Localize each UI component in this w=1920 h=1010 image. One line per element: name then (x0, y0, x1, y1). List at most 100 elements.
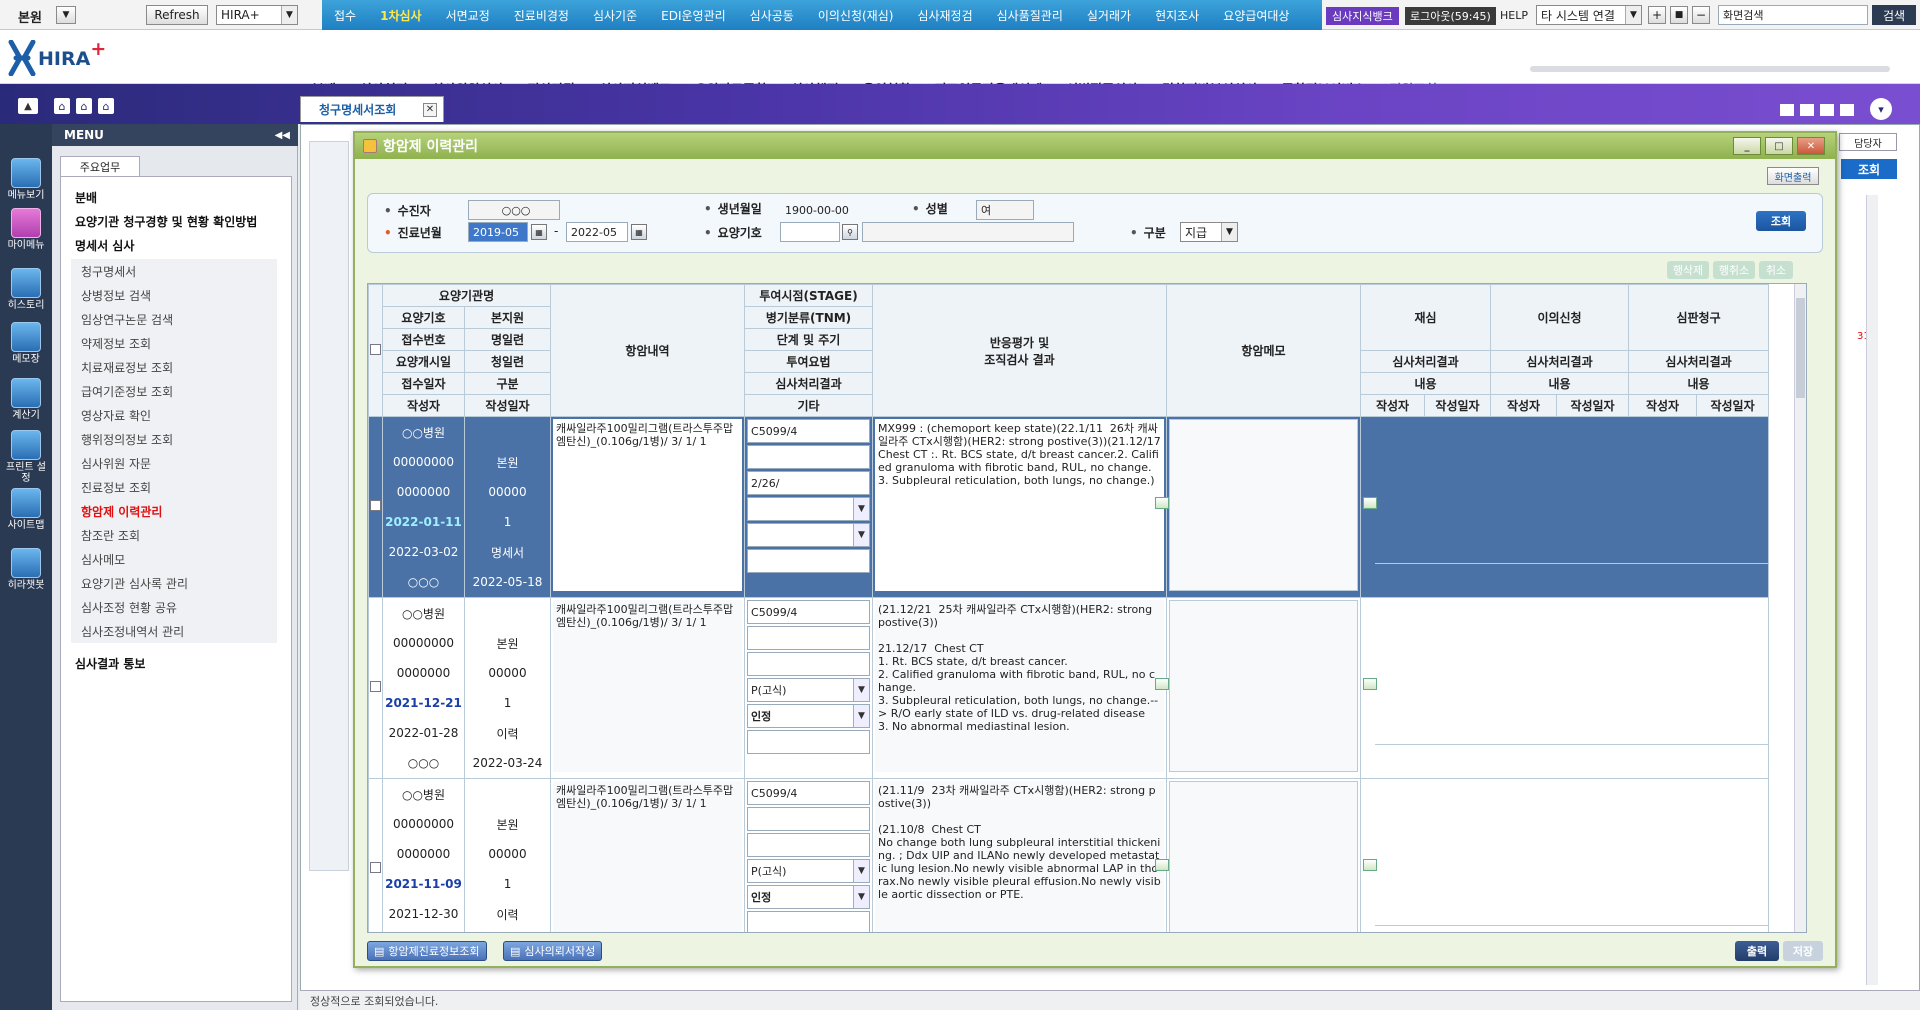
drug-text[interactable]: 캐싸일라주100밀리그램(트라스투주맙엠탄신)_(0.106g/1병)/ 3/ … (553, 781, 743, 932)
tnm-field[interactable] (747, 445, 871, 469)
top-nav-item[interactable]: 심사품질관리 (985, 7, 1075, 24)
hira-logo[interactable]: HIRA + (8, 38, 106, 76)
cancel-button[interactable]: 취소 (1759, 261, 1793, 279)
iconbar-item[interactable]: 사이트맵 (4, 488, 48, 531)
cycle-field[interactable] (747, 652, 871, 676)
expand-icon[interactable] (1155, 859, 1170, 871)
submenu-item[interactable]: 참조란 조회 (71, 523, 277, 547)
submenu-item[interactable]: 심사메모 (71, 547, 277, 571)
screen-search-input[interactable]: 화면검색 (1718, 5, 1868, 25)
drug-text[interactable]: 캐싸일라주100밀리그램(트라스투주맙엠탄신)_(0.106g/1병)/ 3/ … (553, 419, 743, 591)
submenu-item[interactable]: 행위정의정보 조회 (71, 427, 277, 451)
grid-scroll-thumb[interactable] (1796, 298, 1805, 398)
stage-field[interactable]: C5099/4 (747, 781, 871, 805)
expand-icon[interactable] (1155, 497, 1170, 509)
reset-zoom-button[interactable]: ■ (1670, 6, 1688, 24)
top-nav-item[interactable]: 심사재정검 (905, 7, 984, 24)
expand-icon[interactable] (1363, 497, 1378, 509)
cycle-field[interactable]: 2/26/ (747, 471, 871, 495)
top-nav-item[interactable]: EDI운영관리 (649, 7, 738, 24)
knowledge-bank-button[interactable]: 심사지식뱅크 (1326, 7, 1399, 25)
result-select[interactable]: 인정 ▼ (747, 885, 871, 909)
submenu-item[interactable]: 진료정보 조회 (71, 475, 277, 499)
inst-code-input[interactable] (780, 222, 840, 242)
memo-field[interactable] (1169, 419, 1359, 591)
iconbar-item[interactable]: 계산기 (4, 378, 48, 421)
other-system-select[interactable]: 타 시스템 연결 ▼ (1536, 5, 1642, 25)
etc-field[interactable] (747, 549, 871, 573)
row-checkbox[interactable] (370, 862, 381, 873)
drug-text[interactable]: 캐싸일라주100밀리그램(트라스투주맙엠탄신)_(0.106g/1병)/ 3/ … (553, 600, 743, 772)
zoom-out-button[interactable]: − (1692, 6, 1710, 24)
submenu-item[interactable]: 청구명세서 (71, 259, 277, 283)
submenu-item[interactable]: 영상자료 확인 (71, 403, 277, 427)
expand-icon[interactable] (1363, 678, 1378, 690)
layout-close-icon[interactable] (1840, 104, 1854, 116)
top-nav-item[interactable]: 진료비경정 (502, 7, 581, 24)
tnm-field[interactable] (747, 626, 871, 650)
etc-field[interactable] (747, 911, 871, 932)
print-screen-button[interactable]: 화면출력 (1767, 167, 1819, 185)
refresh-button[interactable]: Refresh (146, 5, 208, 25)
submenu-item[interactable]: 항암제 이력관리 (71, 499, 277, 523)
top-nav-item[interactable]: 현지조사 (1143, 7, 1211, 24)
assignee-button[interactable]: 담당자 (1839, 133, 1897, 151)
period-from-input[interactable]: 2019-05 (468, 222, 528, 242)
top-nav-item[interactable]: 1차심사 (368, 7, 433, 24)
nav-scrollbar[interactable] (1530, 66, 1890, 72)
row-cancel-button[interactable]: 행취소 (1713, 261, 1755, 279)
home-sub-icon[interactable]: ⌂ (76, 98, 92, 114)
method-select[interactable]: P(고식) ▼ (747, 678, 871, 702)
submenu-item[interactable]: 급여기준정보 조회 (71, 379, 277, 403)
collapse-menu-icon[interactable]: ◀◀ (275, 130, 290, 141)
top-nav-item[interactable]: 심사기준 (581, 7, 649, 24)
table-row[interactable]: ○○병원 00000000 0000000 2022-01-11 2022-03-02 ○… (368, 416, 1807, 598)
iconbar-item[interactable]: 메모장 (4, 322, 48, 365)
close-tab-icon[interactable]: ✕ (423, 102, 437, 117)
site-dropdown-button[interactable]: ▼ (56, 6, 76, 24)
memo-field[interactable] (1169, 600, 1359, 772)
search-button[interactable]: 검색 (1872, 5, 1916, 25)
tnm-field[interactable] (747, 807, 871, 831)
select-all-checkbox[interactable] (370, 343, 381, 355)
review-request-button[interactable]: ▤ 심사의뢰서작성 (503, 941, 603, 961)
iconbar-item[interactable]: 히라챗봇 (4, 548, 48, 591)
row-checkbox[interactable] (370, 500, 381, 511)
system-select[interactable]: HIRA+ ▼ (216, 5, 298, 25)
iconbar-item[interactable]: 히스토리 (4, 268, 48, 311)
layout-single-icon[interactable] (1780, 104, 1794, 116)
home-icon[interactable]: ⌂ (54, 98, 70, 114)
period-to-input[interactable]: 2022-05 (566, 222, 628, 242)
menu-item[interactable]: 명세서 심사 (75, 237, 134, 254)
sex-field[interactable]: 여 (976, 200, 1034, 220)
iconbar-item[interactable]: 마이메뉴 (4, 208, 48, 251)
modal-query-button[interactable]: 조회 (1756, 211, 1806, 231)
layout-rows-icon[interactable] (1820, 104, 1834, 116)
memo-field[interactable] (1169, 781, 1359, 932)
home-favorite-icon[interactable]: ⌂ (98, 98, 114, 114)
submenu-item[interactable]: 치료재료정보 조회 (71, 355, 277, 379)
top-nav-item[interactable]: 접수 (322, 7, 368, 24)
layout-split-icon[interactable] (1800, 104, 1814, 116)
method-select[interactable]: ▼ (747, 497, 871, 521)
stage-field[interactable]: C5099/4 (747, 419, 871, 443)
result-select[interactable]: ▼ (747, 523, 871, 547)
method-select[interactable]: P(고식) ▼ (747, 859, 871, 883)
iconbar-item[interactable]: 프린트 설정 (4, 430, 48, 484)
top-nav-item[interactable]: 요양급여대상 (1211, 7, 1301, 24)
menu-item[interactable]: 요양기관 청구경향 및 현황 확인방법 (75, 213, 257, 230)
search-icon[interactable]: ⚲ (842, 224, 858, 240)
type-select[interactable]: 지급 ▼ (1180, 222, 1238, 242)
top-nav-item[interactable]: 서면교정 (434, 7, 502, 24)
grid-scrollbar[interactable] (1794, 284, 1806, 932)
close-icon[interactable]: ✕ (1797, 137, 1825, 155)
response-text[interactable]: (21.12/21 25차 캐싸일라주 CTx시행함)(HER2: strong… (875, 600, 1165, 772)
table-row[interactable]: ○○병원 00000000 0000000 2021-12-21 2022-01-28 ○… (368, 597, 1807, 779)
logout-button[interactable]: 로그아웃(59:45) (1405, 7, 1496, 25)
top-nav-item[interactable]: 이의신청(재심) (806, 7, 906, 24)
row-delete-button[interactable]: 행삭제 (1667, 261, 1709, 279)
help-link[interactable]: HELP (1500, 9, 1528, 22)
stage-field[interactable]: C5099/4 (747, 600, 871, 624)
expand-icon[interactable] (1363, 859, 1378, 871)
cycle-field[interactable] (747, 833, 871, 857)
